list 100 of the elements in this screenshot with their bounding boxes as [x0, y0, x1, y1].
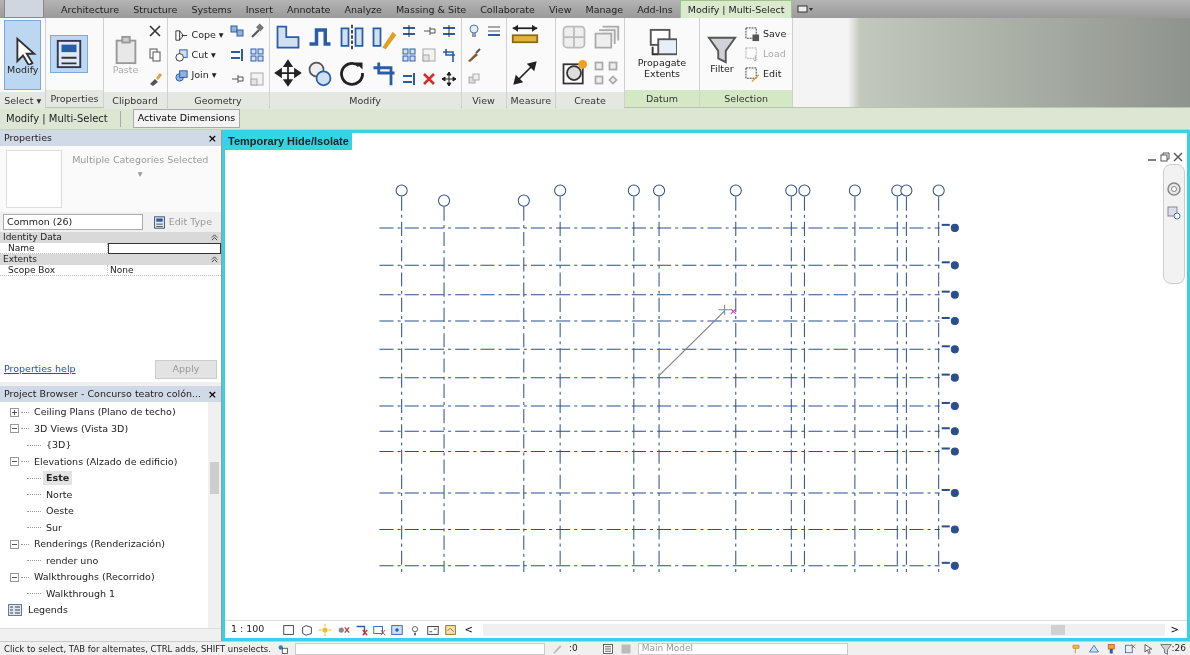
- activate-dimensions-button[interactable]: Activate Dimensions: [132, 109, 241, 128]
- cube-icon[interactable]: [300, 622, 315, 637]
- ribbon-tab[interactable]: View: [541, 0, 579, 18]
- ribbon-tab[interactable]: Insert: [238, 0, 280, 18]
- ribbon-tool-button[interactable]: Cut ▾: [171, 46, 226, 64]
- property-name: Scope Box: [0, 265, 108, 275]
- category-filter-dropdown[interactable]: Common (26): [3, 214, 143, 230]
- zoom-icon[interactable]: [1166, 204, 1182, 221]
- ribbon-tab[interactable]: Collaborate: [473, 0, 542, 18]
- blocks-icon[interactable]: [228, 23, 245, 39]
- collapse-icon[interactable]: [10, 572, 19, 582]
- trim-icon[interactable]: [440, 47, 457, 63]
- ribbon-tool-button[interactable]: Modify: [4, 20, 42, 90]
- page-frame-icon[interactable]: [282, 622, 297, 637]
- tree-item[interactable]: Legends: [25, 603, 71, 618]
- pinned-select-icon[interactable]: [1105, 642, 1118, 655]
- selected-line[interactable]: [658, 309, 726, 376]
- tree-item[interactable]: render uno: [43, 553, 102, 568]
- join-geometry-icon: [173, 67, 189, 83]
- drag-select-icon[interactable]: [1141, 642, 1154, 655]
- ribbon-tool-button[interactable]: Cope ▾: [171, 26, 226, 44]
- tree-item[interactable]: 3D Views (Vista 3D): [31, 421, 132, 436]
- property-input-field[interactable]: [108, 243, 221, 254]
- ribbon-tool-button: Load: [743, 45, 789, 63]
- vertical-scrollbar[interactable]: [208, 402, 221, 628]
- align-icon[interactable]: [400, 23, 417, 39]
- tree-item[interactable]: Este: [43, 471, 73, 486]
- ribbon-tool-button[interactable]: Edit: [743, 65, 789, 83]
- move-icon[interactable]: [273, 59, 302, 87]
- align-icon[interactable]: [440, 23, 457, 39]
- scroll-right-button[interactable]: >: [1168, 623, 1181, 636]
- ribbon-tab[interactable]: Massing & Site: [388, 0, 474, 18]
- collapse-icon[interactable]: [10, 457, 19, 467]
- tree-item[interactable]: {3D}: [43, 438, 75, 453]
- split-icon[interactable]: [400, 71, 417, 87]
- array-icon[interactable]: [400, 47, 417, 63]
- collapse-icon[interactable]: [10, 424, 19, 434]
- panel-title: Properties: [4, 130, 52, 145]
- tree-item[interactable]: Sur: [43, 520, 65, 535]
- tree-item[interactable]: Renderings (Renderización): [31, 537, 168, 552]
- panel-label[interactable]: Select ▾: [0, 92, 46, 109]
- reveal-icon[interactable]: [444, 622, 459, 637]
- horizontal-scrollbar[interactable]: [482, 623, 1165, 636]
- line-weight-icon[interactable]: [485, 23, 502, 39]
- close-icon[interactable]: [1173, 151, 1183, 162]
- view-scale[interactable]: 1 : 100: [231, 622, 265, 637]
- expand-icon[interactable]: [10, 407, 19, 417]
- cut-geometry-icon: [173, 47, 189, 63]
- steering-wheel-icon[interactable]: [1166, 180, 1182, 197]
- panel-label: Datum: [625, 90, 699, 107]
- view-mode-label: Temporary Hide/Isolate: [225, 133, 352, 150]
- close-button[interactable]: ×: [207, 388, 217, 400]
- ribbon-tab[interactable]: Systems: [184, 0, 239, 18]
- ribbon-tool-button[interactable]: Save: [743, 25, 789, 43]
- ribbon-tool-button[interactable]: Join ▾: [171, 66, 226, 84]
- ribbon-tab[interactable]: Add-Ins: [630, 0, 680, 18]
- close-button[interactable]: ×: [207, 132, 217, 144]
- ribbon-tool-button[interactable]: Filter: [704, 30, 740, 78]
- ribbon-tool-button[interactable]: Propagate Extents: [629, 25, 695, 83]
- properties-icon: [152, 215, 166, 229]
- restore-icon[interactable]: [1160, 151, 1170, 162]
- move-icon[interactable]: [440, 71, 457, 87]
- scroll-left-button[interactable]: <: [462, 623, 475, 636]
- ribbon-tab[interactable]: Annotate: [280, 0, 338, 18]
- collapse-icon[interactable]: [211, 234, 218, 241]
- visibility-icon[interactable]: [390, 622, 405, 637]
- ribbon-tab[interactable]: Manage: [578, 0, 631, 18]
- selection-count: :26: [1171, 641, 1186, 655]
- save-selection-icon: [745, 26, 760, 42]
- active-option-count: :0: [569, 641, 578, 655]
- array-icon[interactable]: [248, 47, 265, 63]
- worksets-icon[interactable]: [277, 642, 289, 655]
- collapse-icon[interactable]: [10, 539, 19, 549]
- dimension-icon[interactable]: [510, 59, 539, 87]
- design-options-icon[interactable]: [601, 642, 614, 655]
- tree-item[interactable]: Oeste: [43, 504, 77, 519]
- legend-icon: [8, 604, 22, 617]
- panel-label: View: [461, 92, 506, 109]
- rotate-icon[interactable]: [337, 59, 366, 87]
- ribbon-tab[interactable]: Architecture: [54, 0, 127, 18]
- panel-label: Create: [556, 92, 624, 109]
- tree-item[interactable]: Elevations (Alzado de edificio): [31, 454, 181, 469]
- split-icon[interactable]: [228, 47, 245, 63]
- copy-icon[interactable]: [146, 47, 163, 63]
- tree-item[interactable]: Norte: [43, 487, 76, 502]
- delete-icon[interactable]: [420, 71, 437, 87]
- crosshair-cursor-icon: [718, 303, 737, 315]
- ribbon-tab[interactable]: Structure: [126, 0, 185, 18]
- collapse-icon[interactable]: [211, 256, 218, 263]
- tree-item[interactable]: Walkthrough 1: [43, 586, 119, 601]
- property-value[interactable]: None: [108, 265, 221, 275]
- ribbon-tool-button: Paste: [107, 31, 144, 79]
- tree-item[interactable]: Ceiling Plans (Plano de techo): [31, 405, 179, 420]
- ribbon-tab[interactable]: Analyze: [337, 0, 389, 18]
- tree-item[interactable]: Walkthroughs (Recorrido): [31, 570, 158, 585]
- properties-help-link[interactable]: Properties help: [4, 361, 76, 377]
- group-icon[interactable]: [560, 59, 588, 87]
- ribbon-tab[interactable]: Modify | Multi-Select: [679, 0, 793, 18]
- face-select-icon[interactable]: [1123, 642, 1136, 655]
- status-message: Click to select, TAB for alternates, CTRL adds, SHIFT unselects.: [4, 642, 271, 655]
